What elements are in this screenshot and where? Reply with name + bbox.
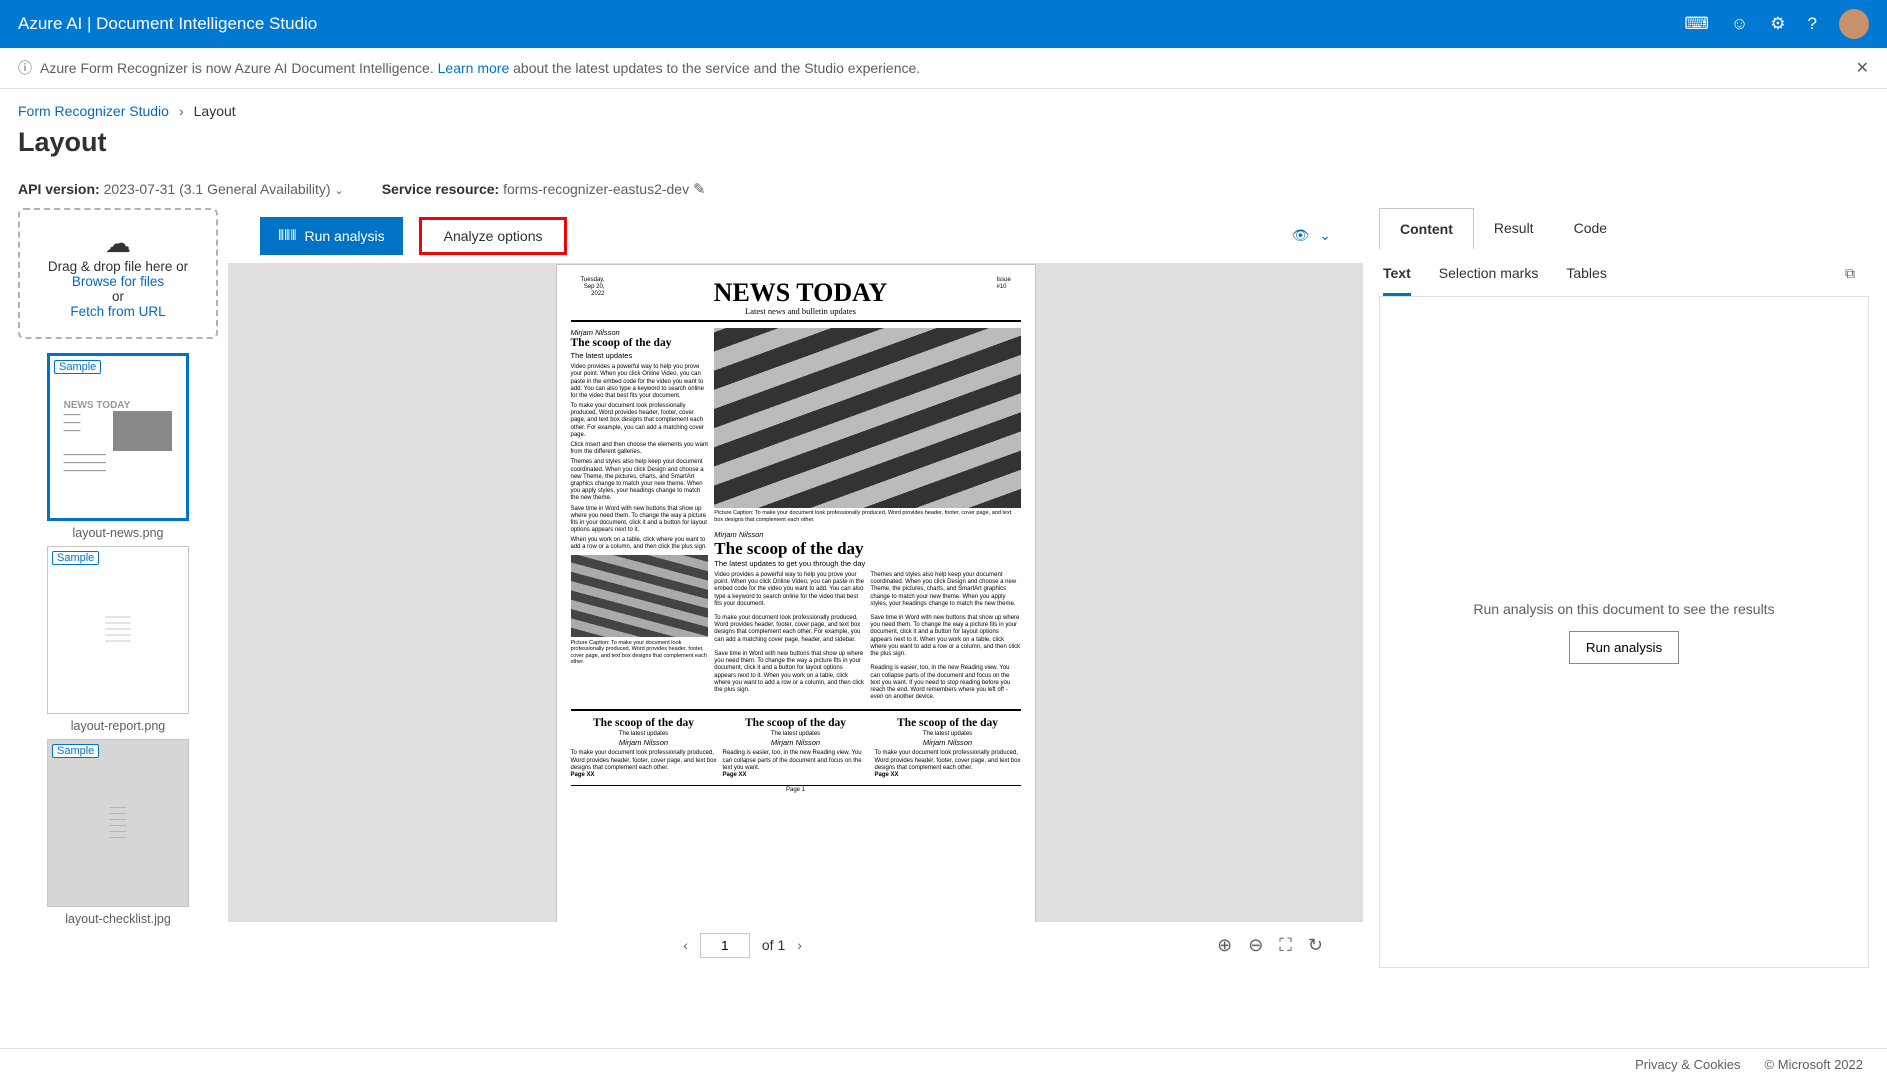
thumbnail[interactable]: Sample ──────────────────────── (47, 739, 189, 907)
privacy-link[interactable]: Privacy & Cookies (1635, 1057, 1740, 1072)
empty-state-text: Run analysis on this document to see the… (1473, 601, 1774, 617)
visibility-icon[interactable]: 👁 (1291, 227, 1309, 244)
feedback-icon[interactable]: ☺ (1731, 14, 1748, 34)
document-panel: ⦀⦀⦀ Run analysis Analyze options 👁 ⌄ Tue… (228, 208, 1363, 968)
learn-more-link[interactable]: Learn more (438, 60, 510, 76)
info-banner: ⓘ Azure Form Recognizer is now Azure AI … (0, 48, 1887, 89)
breadcrumb-root[interactable]: Form Recognizer Studio (18, 103, 169, 119)
thumbnail[interactable]: Sample NEWS TODAY━━━━━━━━━━━━━━━━━━━━━━━… (47, 353, 189, 521)
run-analysis-button[interactable]: ⦀⦀⦀ Run analysis (260, 217, 403, 255)
drop-zone[interactable]: ☁ Drag & drop file here or Browse for fi… (18, 208, 218, 339)
rotate-icon[interactable]: ↻ (1308, 935, 1323, 956)
page-number-input[interactable] (700, 933, 750, 958)
keyboard-icon[interactable]: ⌨ (1684, 14, 1709, 34)
run-analysis-button-secondary[interactable]: Run analysis (1569, 631, 1679, 664)
config-row: API version: 2023-07-31 (3.1 General Ava… (0, 176, 1887, 208)
file-panel: ☁ Drag & drop file here or Browse for fi… (18, 208, 218, 968)
fit-icon[interactable]: ⛶ (1279, 935, 1292, 956)
next-page-button[interactable]: › (797, 937, 802, 953)
sample-tag: Sample (52, 551, 99, 565)
cloud-upload-icon: ☁ (30, 228, 206, 259)
app-title: Azure AI | Document Intelligence Studio (18, 14, 317, 34)
app-header: Azure AI | Document Intelligence Studio … (0, 0, 1887, 48)
subtab-selection-marks[interactable]: Selection marks (1439, 265, 1539, 296)
settings-icon[interactable]: ⚙ (1770, 14, 1785, 34)
document-canvas[interactable]: Tuesday, Sep 20, 2022 NEWS TODAY Latest … (228, 264, 1363, 922)
thumbnail-item[interactable]: Sample ──────────────────────── layout-c… (47, 739, 189, 926)
breadcrumb: Form Recognizer Studio › Layout (0, 89, 1887, 123)
info-icon: ⓘ (18, 58, 32, 78)
thumbnail-item[interactable]: Sample NEWS TODAY━━━━━━━━━━━━━━━━━━━━━━━… (47, 353, 189, 540)
sample-tag: Sample (54, 360, 101, 374)
analyze-options-button[interactable]: Analyze options (419, 217, 568, 255)
browse-files-link[interactable]: Browse for files (30, 274, 206, 289)
zoom-out-icon[interactable]: ⊖ (1248, 935, 1263, 956)
tab-result[interactable]: Result (1474, 208, 1554, 249)
tab-code[interactable]: Code (1554, 208, 1627, 249)
sub-tabs: Text Selection marks Tables ⧉ (1379, 249, 1869, 297)
banner-text: Azure Form Recognizer is now Azure AI Do… (40, 60, 920, 76)
footer: Privacy & Cookies © Microsoft 2022 (0, 1048, 1887, 1080)
chevron-right-icon: › (179, 103, 184, 119)
sample-tag: Sample (52, 744, 99, 758)
copy-icon[interactable]: ⧉ (1845, 265, 1855, 296)
chevron-down-icon[interactable]: ⌄ (1319, 227, 1331, 244)
results-panel: Content Result Code Text Selection marks… (1379, 208, 1869, 968)
document-page: Tuesday, Sep 20, 2022 NEWS TODAY Latest … (556, 264, 1036, 922)
api-version-config[interactable]: API version: 2023-07-31 (3.1 General Ava… (18, 181, 344, 197)
thumbnail-item[interactable]: Sample ══════════════════════════════ la… (47, 546, 189, 733)
pager: ‹ of 1 › ⊕ ⊖ ⛶ ↻ (228, 922, 1363, 968)
subtab-tables[interactable]: Tables (1566, 265, 1606, 296)
header-icons: ⌨ ☺ ⚙ ? (1684, 9, 1869, 39)
close-banner-button[interactable]: ✕ (1856, 58, 1869, 78)
service-resource-config[interactable]: Service resource: forms-recognizer-eastu… (382, 180, 706, 198)
user-avatar[interactable] (1839, 9, 1869, 39)
copyright: © Microsoft 2022 (1765, 1057, 1863, 1072)
chevron-down-icon: ⌄ (334, 185, 343, 197)
primary-tabs: Content Result Code (1379, 208, 1869, 249)
thumbnail[interactable]: Sample ══════════════════════════════ (47, 546, 189, 714)
prev-page-button[interactable]: ‹ (683, 937, 688, 953)
zoom-in-icon[interactable]: ⊕ (1217, 935, 1232, 956)
edit-icon: ✎ (693, 181, 706, 198)
analysis-icon: ⦀⦀⦀ (278, 227, 296, 244)
page-title: Layout (0, 123, 1887, 176)
thumbnail-list: Sample NEWS TODAY━━━━━━━━━━━━━━━━━━━━━━━… (18, 353, 218, 926)
document-toolbar: ⦀⦀⦀ Run analysis Analyze options 👁 ⌄ (228, 208, 1363, 264)
breadcrumb-current: Layout (194, 103, 236, 119)
subtab-text[interactable]: Text (1383, 265, 1411, 296)
fetch-url-link[interactable]: Fetch from URL (30, 304, 206, 319)
help-icon[interactable]: ? (1808, 14, 1817, 34)
tab-content[interactable]: Content (1379, 208, 1474, 249)
